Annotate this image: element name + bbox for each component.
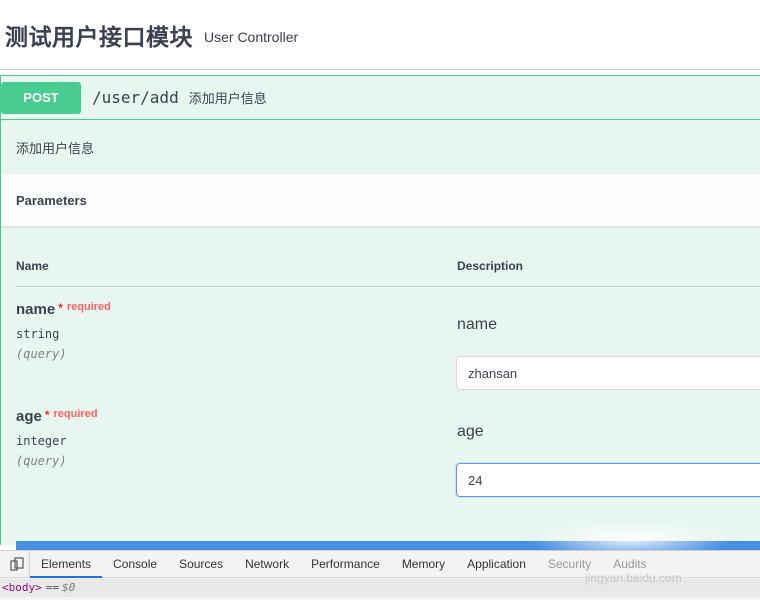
param-in: (query) — [16, 347, 67, 361]
watermark-text: jingyan.baidu.com — [585, 571, 682, 585]
device-toggle-icon[interactable] — [4, 551, 30, 577]
column-name-header: Name — [16, 259, 49, 273]
devtools-tab-network[interactable]: Network — [234, 551, 300, 578]
operation-path: /user/add — [92, 88, 179, 107]
param-name-age: age * required — [16, 408, 98, 425]
required-star: * — [44, 408, 50, 422]
devtools-tab-elements[interactable]: Elements — [30, 551, 103, 578]
required-star: * — [58, 301, 63, 315]
devtools-panel: Elements Console Sources Network Perform… — [0, 550, 760, 600]
devtools-tab-performance[interactable]: Performance — [300, 551, 391, 578]
age-input[interactable] — [456, 463, 760, 497]
name-input[interactable] — [456, 356, 760, 390]
tag-description: User Controller — [204, 28, 299, 45]
param-description-label: name — [457, 316, 498, 333]
method-badge: POST — [1, 81, 81, 114]
opblock-summary[interactable]: POST /user/add 添加用户信息 — [1, 76, 760, 120]
param-name-text: age — [16, 408, 42, 425]
param-name-text: name — [16, 301, 56, 318]
devtools-tab-sources[interactable]: Sources — [168, 551, 234, 578]
parameters-title: Parameters — [16, 192, 87, 208]
devtools-tab-application[interactable]: Application — [456, 551, 537, 578]
param-type: string — [16, 327, 60, 341]
devtools-tab-console[interactable]: Console — [102, 551, 168, 578]
table-divider — [16, 286, 760, 287]
column-description-header: Description — [457, 259, 524, 273]
param-name-name: name * required — [16, 301, 111, 318]
param-in: (query) — [16, 454, 67, 468]
breadcrumb-eq: == — [45, 581, 59, 594]
param-type: integer — [16, 434, 67, 448]
tag-header[interactable]: 测试用户接口模块 User Controller — [0, 0, 760, 70]
opblock-post: POST /user/add 添加用户信息 添加用户信息 Parameters … — [0, 75, 760, 551]
devtools-tab-memory[interactable]: Memory — [391, 551, 456, 578]
operation-summary: 添加用户信息 — [188, 92, 267, 107]
breadcrumb-var: $0 — [62, 581, 76, 594]
required-label: required — [53, 408, 98, 420]
breadcrumb-tag: <body> — [2, 581, 42, 594]
tag-title: 测试用户接口模块 — [5, 24, 193, 51]
param-description-label: age — [457, 423, 484, 440]
required-label: required — [66, 301, 111, 313]
parameters-header: Parameters — [1, 174, 760, 226]
swagger-page: 测试用户接口模块 User Controller POST /user/add … — [0, 0, 760, 600]
operation-description: 添加用户信息 — [16, 142, 95, 157]
